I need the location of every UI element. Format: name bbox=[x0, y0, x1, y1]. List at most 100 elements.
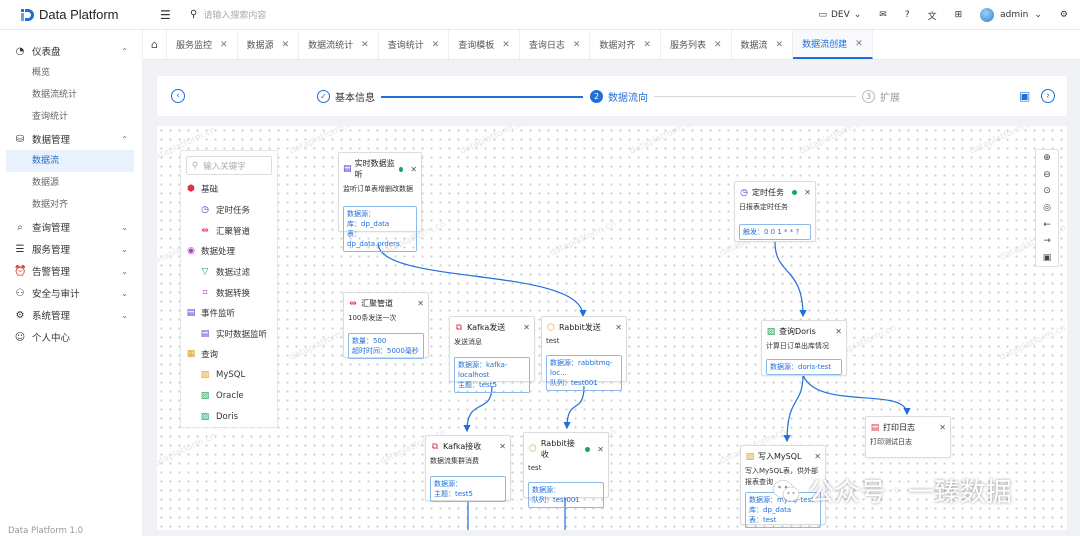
palette-item-oracle[interactable]: ▧ Oracle bbox=[181, 385, 277, 406]
close-icon[interactable]: ✕ bbox=[499, 442, 506, 451]
node-config[interactable]: 数据源： 库：dp_data 表：dp_data.orders bbox=[343, 206, 417, 252]
close-icon[interactable]: ✕ bbox=[776, 40, 784, 50]
node-config[interactable]: 触发：0 0 1 * * ? bbox=[739, 224, 811, 240]
sidebar-group-data-management[interactable]: ⛁ 数据管理 ⌃ bbox=[0, 128, 142, 150]
language-icon[interactable]: 文 bbox=[928, 9, 937, 22]
close-icon[interactable]: ✕ bbox=[814, 452, 821, 461]
tab-dataflow-create[interactable]: 数据流创建 ✕ bbox=[793, 30, 873, 59]
zoom-in-icon[interactable]: ⊕ bbox=[1043, 153, 1051, 163]
sidebar-group-query[interactable]: ⌕ 查询管理 ⌄ bbox=[0, 216, 142, 238]
node-rabbit-receive[interactable]: ⬡ Rabbit接收 ✕ test 数据源： 队列：test001 bbox=[523, 432, 609, 508]
center-icon[interactable]: ◎ bbox=[1043, 203, 1051, 213]
close-icon[interactable]: ✕ bbox=[643, 40, 651, 50]
global-search[interactable]: ⚲ 请输入搜索内容 bbox=[190, 8, 266, 21]
home-icon[interactable]: ⌂ bbox=[143, 30, 167, 59]
export-icon[interactable]: ▣ bbox=[1043, 253, 1052, 263]
sidebar-item-dataflow[interactable]: 数据流 bbox=[6, 150, 134, 172]
node-print-log[interactable]: ▤ 打印日志 ✕ 打印测试日志 bbox=[865, 416, 951, 458]
sidebar-item-overview[interactable]: 概览 bbox=[0, 62, 142, 84]
tab-query-stats[interactable]: 查询统计 ✕ bbox=[379, 30, 450, 59]
fit-view-icon[interactable]: ⊙ bbox=[1043, 186, 1051, 196]
cube-icon: ⬢ bbox=[187, 184, 195, 194]
search-input[interactable]: 请输入搜索内容 bbox=[203, 8, 266, 21]
close-icon[interactable]: ✕ bbox=[282, 40, 290, 50]
close-icon[interactable]: ✕ bbox=[615, 323, 622, 332]
step-extension[interactable]: 3 扩展 bbox=[862, 89, 900, 104]
flow-canvas[interactable]: dataplatform.cn dataplatform.cn dataplat… bbox=[157, 126, 1067, 530]
sidebar-group-dashboard[interactable]: ◔ 仪表盘 ⌃ bbox=[0, 40, 142, 62]
node-config[interactable]: 数据源： 队列：test001 bbox=[528, 482, 604, 508]
sidebar-item-query-stats[interactable]: 查询统计 bbox=[0, 106, 142, 128]
undo-icon[interactable]: ← bbox=[1043, 220, 1051, 230]
close-icon[interactable]: ✕ bbox=[835, 327, 842, 336]
palette-item-listen[interactable]: ▤ 实时数据监听 bbox=[181, 323, 277, 344]
redo-icon[interactable]: → bbox=[1043, 236, 1051, 246]
palette-item-doris[interactable]: ▨ Doris bbox=[181, 406, 277, 427]
node-config[interactable]: 数量：500 超时时间：5000毫秒 bbox=[348, 333, 424, 359]
zoom-out-icon[interactable]: ⊖ bbox=[1043, 170, 1051, 180]
tab-service-list[interactable]: 服务列表 ✕ bbox=[661, 30, 732, 59]
tab-datasource[interactable]: 数据源 ✕ bbox=[238, 30, 300, 59]
tab-query-log[interactable]: 查询日志 ✕ bbox=[520, 30, 591, 59]
palette-item-pipe[interactable]: ⇹ 汇聚管道 bbox=[181, 220, 277, 241]
env-selector[interactable]: ▭ DEV ⌄ bbox=[818, 10, 861, 20]
node-pipe[interactable]: ⇹ 汇聚管道 ✕ 100条发送一次 数量：500 超时时间：5000毫秒 bbox=[343, 292, 429, 359]
tab-query-template[interactable]: 查询模板 ✕ bbox=[449, 30, 520, 59]
save-icon[interactable]: ▣ bbox=[1019, 89, 1030, 103]
palette-item-filter[interactable]: ▽ 数据过滤 bbox=[181, 261, 277, 282]
node-kafka-send[interactable]: ⧉ Kafka发送 ✕ 发送消息 数据源：kafka-localhost 主题：tes… bbox=[449, 316, 535, 393]
step-data-flow[interactable]: 2 数据流向 bbox=[590, 89, 648, 104]
processing-icon: ◉ bbox=[187, 246, 195, 256]
user-menu[interactable]: admin ⌄ bbox=[980, 8, 1042, 22]
palette-search-input[interactable]: ⚲ 输入关键字 bbox=[186, 156, 272, 175]
sidebar-group-profile[interactable]: ☺ 个人中心 bbox=[0, 326, 142, 348]
palette-item-mysql[interactable]: ▧ MySQL bbox=[181, 364, 277, 385]
close-icon[interactable]: ✕ bbox=[361, 40, 369, 50]
help-icon[interactable]: ? bbox=[905, 10, 910, 20]
sidebar-item-datasource[interactable]: 数据源 bbox=[0, 172, 142, 194]
close-icon[interactable]: ✕ bbox=[432, 40, 440, 50]
sidebar-group-security[interactable]: ⚇ 安全与审计 ⌄ bbox=[0, 282, 142, 304]
next-icon[interactable]: › bbox=[1041, 89, 1055, 103]
close-icon[interactable]: ✕ bbox=[502, 40, 510, 50]
sidebar-item-data-align[interactable]: 数据对齐 bbox=[0, 194, 142, 216]
node-realtime-listen[interactable]: ▤ 实时数据监听 ✕ 监听订单表增删改数据 数据源： 库：dp_data 表：dp_da… bbox=[338, 152, 422, 252]
close-icon[interactable]: ✕ bbox=[714, 40, 722, 50]
tab-dataflow[interactable]: 数据流 ✕ bbox=[732, 30, 794, 59]
close-icon[interactable]: ✕ bbox=[220, 40, 228, 50]
close-icon[interactable]: ✕ bbox=[573, 40, 581, 50]
close-icon[interactable]: ✕ bbox=[523, 323, 530, 332]
node-config[interactable]: 数据源：rabbitmq-loc... 队列：test001 bbox=[546, 355, 622, 391]
apps-icon[interactable]: ⊞ bbox=[955, 10, 963, 20]
close-icon[interactable]: ✕ bbox=[939, 423, 946, 432]
node-config[interactable]: 数据源： 主题：test5 bbox=[430, 476, 506, 502]
tab-service-monitor[interactable]: 服务监控 ✕ bbox=[167, 30, 238, 59]
sidebar-group-system[interactable]: ⚙ 系统管理 ⌄ bbox=[0, 304, 142, 326]
node-rabbit-send[interactable]: ⬡ Rabbit发送 ✕ test 数据源：rabbitmq-loc... 队列：te… bbox=[541, 316, 627, 391]
node-doris-query[interactable]: ▨ 查询Doris ✕ 计算日订单出库情况 数据源：doris-test bbox=[761, 320, 847, 376]
node-kafka-receive[interactable]: ⧉ Kafka接收 ✕ 数据流集群消费 数据源： 主题：test5 bbox=[425, 435, 511, 502]
step-basic-info[interactable]: ✓ 基本信息 bbox=[317, 89, 375, 104]
tab-bar: ⌂ 服务监控 ✕ 数据源 ✕ 数据流统计 ✕ 查询统计 ✕ 查询模板 ✕ 查询日志 ✕ 数据… bbox=[143, 30, 1080, 60]
menu-toggle-icon[interactable]: ☰ bbox=[160, 8, 171, 22]
palette-item-transform[interactable]: ⌗ 数据转换 bbox=[181, 282, 277, 303]
close-icon[interactable]: ✕ bbox=[417, 299, 424, 308]
mail-icon[interactable]: ✉ bbox=[879, 10, 887, 20]
app-logo[interactable]: Data Platform bbox=[0, 7, 150, 22]
tab-flow-stats[interactable]: 数据流统计 ✕ bbox=[299, 30, 379, 59]
close-icon[interactable]: ✕ bbox=[410, 165, 417, 174]
sidebar-group-alarm[interactable]: ⏰ 告警管理 ⌄ bbox=[0, 260, 142, 282]
sidebar-group-label: 安全与审计 bbox=[32, 289, 80, 300]
close-icon[interactable]: ✕ bbox=[597, 445, 604, 454]
close-icon[interactable]: ✕ bbox=[855, 39, 863, 49]
close-icon[interactable]: ✕ bbox=[804, 188, 811, 197]
node-config[interactable]: 数据源：doris-test bbox=[766, 359, 842, 375]
palette-item-timer[interactable]: ◷ 定时任务 bbox=[181, 199, 277, 220]
node-config[interactable]: 数据源：kafka-localhost 主题：test5 bbox=[454, 357, 530, 393]
node-timer[interactable]: ◷ 定时任务 ✕ 日报表定时任务 触发：0 0 1 * * ? bbox=[734, 181, 816, 242]
sidebar-item-flow-stats[interactable]: 数据流统计 bbox=[0, 84, 142, 106]
back-icon[interactable]: ‹ bbox=[171, 89, 185, 103]
settings-gear-icon[interactable]: ⚙ bbox=[1060, 10, 1068, 20]
tab-data-align[interactable]: 数据对齐 ✕ bbox=[590, 30, 661, 59]
sidebar-group-service[interactable]: ☰ 服务管理 ⌄ bbox=[0, 238, 142, 260]
